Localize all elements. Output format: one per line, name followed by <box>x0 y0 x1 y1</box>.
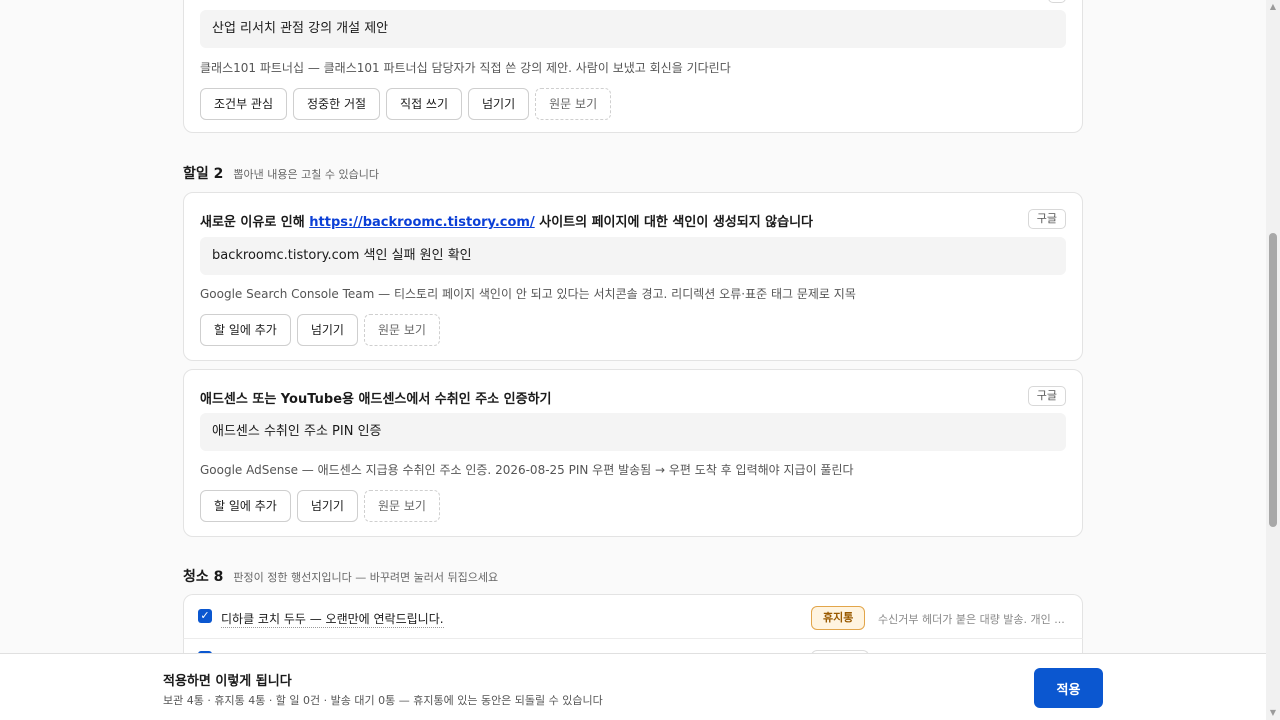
todo-edit-field[interactable]: backroomc.tistory.com 색인 실패 원인 확인 <box>200 237 1066 275</box>
add-to-todo-button[interactable]: 할 일에 추가 <box>200 314 291 346</box>
todo-card-title: 새로운 이유로 인해 https://backroomc.tistory.com… <box>200 211 813 230</box>
todo-section-desc: 뽑아낸 내용은 고칠 수 있습니다 <box>233 168 379 181</box>
source-chip: 구글 <box>1027 209 1066 229</box>
todo-card: 애드센스 또는 YouTube용 애드센스에서 수취인 주소 인증하기 구글 애… <box>183 369 1083 537</box>
trash-badge[interactable]: 휴지통 <box>811 606 866 630</box>
scrollbar-thumb[interactable] <box>1269 233 1277 527</box>
card-meta: Google AdSense — 애드센스 지급용 수취인 주소 인증. 202… <box>200 463 854 477</box>
title-text: 새로운 이유로 인해 <box>200 215 310 230</box>
view-original-button[interactable]: 원문 보기 <box>535 88 612 120</box>
apply-footer: 적용하면 이렇게 됩니다 보관 4통 · 휴지통 4통 · 할 일 0건 · 발… <box>0 653 1266 720</box>
clean-row: ✓ 디하클 코치 두두 — 오랜만에 연락드립니다. 휴지통 수신거부 헤더가 … <box>183 594 1083 640</box>
footer-summary: 보관 4통 · 휴지통 4통 · 할 일 0건 · 발송 대기 0통 — 휴지통… <box>163 694 603 707</box>
todo-edit-field[interactable]: 애드센스 수취인 주소 PIN 인증 <box>200 413 1066 451</box>
skip-button[interactable]: 넘기기 <box>296 490 358 522</box>
view-original-button[interactable]: 원문 보기 <box>363 490 440 522</box>
card-meta: 클래스101 파트너십 — 클래스101 파트너십 담당자가 직접 쓴 강의 제… <box>200 61 731 75</box>
skip-button[interactable]: 넘기기 <box>468 88 530 120</box>
todo-card-title: 애드센스 또는 YouTube용 애드센스에서 수취인 주소 인증하기 <box>200 392 552 407</box>
card-meta: Google Search Console Team — 티스토리 페이지 색인… <box>200 287 856 301</box>
polite-decline-button[interactable]: 정중한 거절 <box>293 88 381 120</box>
card-actions: 할 일에 추가 넘기기 원문 보기 <box>200 490 440 522</box>
page-viewport: 산업 리서치 관점 강의 개설 제안 클래스101 파트너십 — 클래스101 … <box>0 0 1266 720</box>
card-actions: 할 일에 추가 넘기기 원문 보기 <box>200 314 440 346</box>
todo-section-header: 할일 2 뽑아낸 내용은 고칠 수 있습니다 <box>183 163 379 183</box>
reply-card: 산업 리서치 관점 강의 개설 제안 클래스101 파트너십 — 클래스101 … <box>183 0 1083 133</box>
card-actions: 조건부 관심 정중한 거절 직접 쓰기 넘기기 원문 보기 <box>200 88 612 120</box>
clean-section-header: 청소 8 판정이 정한 행선지입니다 — 바꾸려면 눌러서 뒤집으세요 <box>183 566 498 586</box>
view-original-button[interactable]: 원문 보기 <box>363 314 440 346</box>
conditional-interest-button[interactable]: 조건부 관심 <box>200 88 288 120</box>
site-link[interactable]: https://backroomc.tistory.com/ <box>309 215 534 230</box>
apply-button[interactable]: 적용 <box>1034 668 1103 708</box>
clean-section-desc: 판정이 정한 행선지입니다 — 바꾸려면 눌러서 뒤집으세요 <box>233 571 499 584</box>
subject-edit-field[interactable]: 산업 리서치 관점 강의 개설 제안 <box>200 10 1066 48</box>
verdict-reason: 수신거부 헤더가 붙은 대량 발송. 개인 ... <box>878 613 1065 626</box>
scroll-down-icon[interactable]: ▼ <box>1269 709 1277 717</box>
title-text: 사이트의 페이지에 대한 색인이 생성되지 않습니다 <box>534 215 814 230</box>
row-checkbox[interactable]: ✓ <box>198 609 212 623</box>
scrollbar[interactable]: ▲ ▼ <box>1266 0 1280 720</box>
mail-subject[interactable]: 디하클 코치 두두 — 오랜만에 연락드립니다. <box>221 610 444 628</box>
source-chip: 구글 <box>1027 386 1066 406</box>
source-chip <box>1048 0 1066 3</box>
clean-section-title: 청소 8 <box>183 569 224 585</box>
footer-title: 적용하면 이렇게 됩니다 <box>163 674 292 689</box>
add-to-todo-button[interactable]: 할 일에 추가 <box>200 490 291 522</box>
scroll-up-icon[interactable]: ▲ <box>1269 3 1277 11</box>
todo-card: 새로운 이유로 인해 https://backroomc.tistory.com… <box>183 192 1083 361</box>
skip-button[interactable]: 넘기기 <box>296 314 358 346</box>
write-directly-button[interactable]: 직접 쓰기 <box>386 88 463 120</box>
todo-section-title: 할일 2 <box>183 166 224 182</box>
